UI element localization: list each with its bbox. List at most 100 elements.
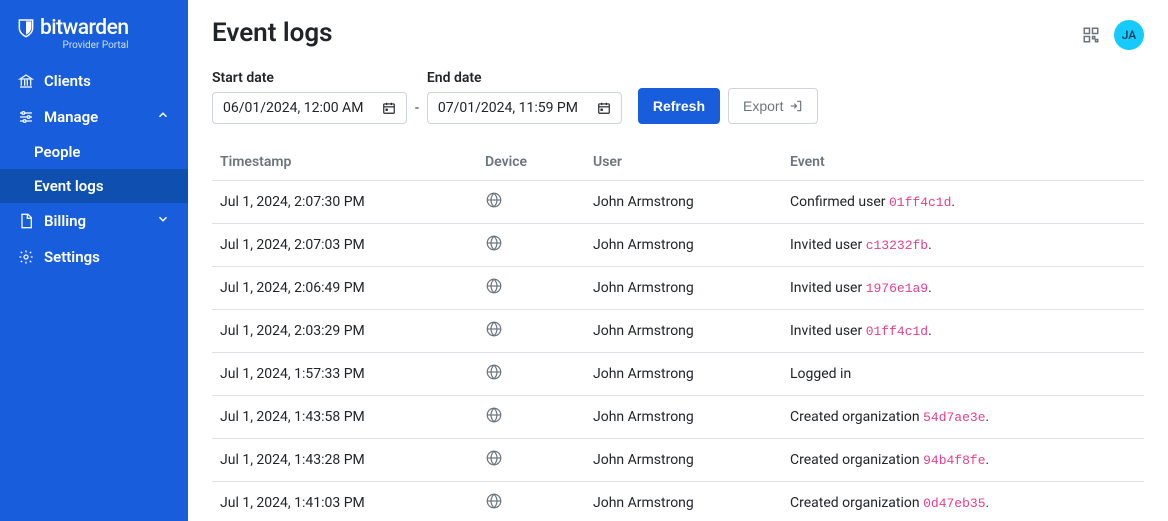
globe-icon (485, 191, 503, 209)
cell-timestamp: Jul 1, 2024, 1:57:33 PM (212, 353, 477, 396)
event-prefix: Invited user (790, 280, 866, 296)
sidebar-item-clients[interactable]: Clients (0, 63, 188, 99)
cell-timestamp: Jul 1, 2024, 1:41:03 PM (212, 482, 477, 521)
event-prefix: Invited user (790, 237, 866, 253)
table-row: Jul 1, 2024, 2:06:49 PM John Armstrong Inv… (212, 267, 1144, 310)
table-row: Jul 1, 2024, 1:57:33 PMJohn ArmstrongLog… (212, 353, 1144, 396)
globe-icon (485, 277, 503, 295)
column-device: Device (477, 144, 585, 181)
sidebar-item-event-logs[interactable]: Event logs (0, 169, 188, 203)
start-date-group: Start date 06/01/2024, 12:00 AM (212, 70, 407, 124)
cell-user: John Armstrong (585, 224, 782, 267)
chevron-up-icon (156, 108, 170, 126)
cell-timestamp: Jul 1, 2024, 2:07:03 PM (212, 224, 477, 267)
event-prefix: Created organization (790, 495, 923, 511)
event-code: 01ff4c1d (889, 195, 951, 210)
cell-user: John Armstrong (585, 310, 782, 353)
logo[interactable]: bitwarden Provider Portal (0, 0, 188, 63)
cell-device (477, 396, 585, 439)
cell-timestamp: Jul 1, 2024, 2:07:30 PM (212, 181, 477, 224)
table-row: Jul 1, 2024, 1:41:03 PMJohn ArmstrongCre… (212, 482, 1144, 521)
table-row: Jul 1, 2024, 2:07:03 PMJohn ArmstrongInv… (212, 224, 1144, 267)
table-row: Jul 1, 2024, 1:43:28 PMJohn ArmstrongCre… (212, 439, 1144, 482)
event-logs-table: Timestamp Device User Event Jul 1, 2024,… (212, 144, 1144, 521)
sidebar-item-label: Event logs (34, 177, 104, 195)
globe-icon (485, 449, 503, 467)
start-date-value: 06/01/2024, 12:00 AM (223, 100, 363, 116)
event-code: 94b4f8fe (923, 453, 985, 468)
topbar: JA (1082, 20, 1144, 50)
column-user: User (585, 144, 782, 181)
event-suffix: . (986, 409, 990, 425)
cell-user: John Armstrong (585, 439, 782, 482)
event-suffix: . (986, 495, 990, 511)
event-prefix: Confirmed user (790, 194, 889, 210)
cell-device (477, 181, 585, 224)
start-date-input[interactable]: 06/01/2024, 12:00 AM (212, 92, 407, 124)
refresh-button[interactable]: Refresh (638, 88, 720, 124)
event-suffix: . (986, 452, 990, 468)
cell-timestamp: Jul 1, 2024, 1:43:28 PM (212, 439, 477, 482)
sidebar-item-label: Billing (44, 212, 86, 230)
event-prefix: Created organization (790, 452, 923, 468)
sidebar-item-settings[interactable]: Settings (0, 239, 188, 275)
cell-user: John Armstrong (585, 181, 782, 224)
qr-icon[interactable] (1082, 26, 1100, 44)
event-suffix: . (928, 280, 932, 296)
globe-icon (485, 492, 503, 510)
globe-icon (485, 406, 503, 424)
event-code: 0d47eb35 (923, 496, 985, 511)
cell-device (477, 482, 585, 521)
cell-event: Confirmed user 01ff4c1d. (782, 181, 1144, 224)
calendar-icon (382, 101, 396, 115)
table-row: Jul 1, 2024, 2:07:30 PMJohn ArmstrongCon… (212, 181, 1144, 224)
column-timestamp: Timestamp (212, 144, 477, 181)
event-code: 01ff4c1d (866, 324, 928, 339)
sidebar-item-label: Clients (44, 72, 91, 90)
cell-event: Logged in (782, 353, 1144, 396)
event-code: c13232fb (866, 238, 928, 253)
event-suffix: . (928, 323, 932, 339)
cell-event: Created organization 0d47eb35. (782, 482, 1144, 521)
document-icon (18, 213, 34, 229)
date-range-dash: - (415, 100, 419, 124)
cell-timestamp: Jul 1, 2024, 2:03:29 PM (212, 310, 477, 353)
end-date-input[interactable]: 07/01/2024, 11:59 PM (427, 92, 622, 124)
cell-event: Invited user 01ff4c1d. (782, 310, 1144, 353)
globe-icon (485, 320, 503, 338)
cell-event: Created organization 94b4f8fe. (782, 439, 1144, 482)
nav-manage-children: People Event logs (0, 135, 188, 203)
sidebar-item-label: Settings (44, 248, 100, 266)
brand-name: bitwarden (40, 18, 129, 39)
event-suffix: . (951, 194, 955, 210)
cell-device (477, 353, 585, 396)
sidebar-item-label: People (34, 143, 81, 161)
sidebar-item-people[interactable]: People (0, 135, 188, 169)
table-row: Jul 1, 2024, 1:43:58 PMJohn ArmstrongCre… (212, 396, 1144, 439)
event-prefix: Created organization (790, 409, 923, 425)
event-suffix: . (928, 237, 932, 253)
nav: Clients Manage People Event logs (0, 63, 188, 275)
table-row: Jul 1, 2024, 2:03:29 PM John ArmstrongInv… (212, 310, 1144, 353)
sidebar-item-manage[interactable]: Manage (0, 99, 188, 135)
globe-icon (485, 234, 503, 252)
cell-device (477, 267, 585, 310)
cell-event: Invited user c13232fb. (782, 224, 1144, 267)
event-code: 1976e1a9 (866, 281, 928, 296)
export-label: Export (743, 96, 783, 116)
cell-user: John Armstrong (585, 267, 782, 310)
export-icon (789, 99, 803, 113)
cell-user: John Armstrong (585, 482, 782, 521)
cell-timestamp: Jul 1, 2024, 2:06:49 PM (212, 267, 477, 310)
gear-icon (18, 249, 34, 265)
avatar[interactable]: JA (1114, 20, 1144, 50)
bank-icon (18, 73, 34, 89)
sliders-icon (18, 109, 34, 125)
page-title: Event logs (212, 18, 1144, 48)
globe-icon (485, 363, 503, 381)
calendar-icon (597, 101, 611, 115)
start-date-label: Start date (212, 70, 407, 86)
event-prefix: Logged in (790, 366, 851, 382)
sidebar-item-billing[interactable]: Billing (0, 203, 188, 239)
export-button[interactable]: Export (728, 88, 818, 124)
